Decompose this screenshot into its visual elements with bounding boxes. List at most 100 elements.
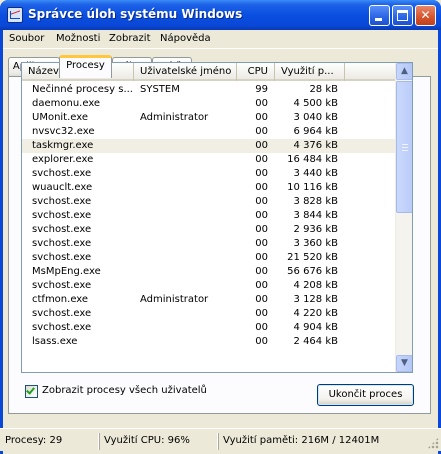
window-title: Správce úloh systému Windows — [28, 7, 243, 21]
task-manager-icon[interactable] — [7, 7, 23, 23]
process-memory-cell: 4 208 kB — [293, 280, 338, 291]
menu-moznosti[interactable]: Možnosti — [56, 33, 100, 44]
process-cpu-cell: 00 — [255, 98, 268, 109]
process-memory-cell: 4 500 kB — [293, 98, 338, 109]
table-row[interactable]: ctfmon.exe Administrator 00 3 128 kB — [22, 293, 395, 307]
table-row[interactable]: svchost.exe 00 3 828 kB — [22, 195, 395, 209]
close-icon: ✕ — [420, 8, 431, 22]
process-memory-cell: 3 440 kB — [293, 168, 338, 179]
process-cpu-cell: 00 — [255, 322, 268, 333]
menu-bar: Soubor Možnosti Zobrazit Nápověda — [3, 30, 438, 49]
process-list[interactable]: Název procesu Uživatelské jméno CPU Využ… — [21, 62, 413, 373]
process-memory-cell: 4 220 kB — [293, 308, 338, 319]
process-name-cell: Nečinné procesy s... — [32, 84, 133, 95]
task-manager-window: Správce úloh systému Windows ✕ Soubor Mo… — [0, 0, 441, 454]
process-name-cell: taskmgr.exe — [32, 140, 94, 151]
minimize-button[interactable] — [369, 5, 390, 26]
process-user-cell: SYSTEM — [140, 84, 180, 95]
scroll-up-button[interactable]: ▲ — [396, 63, 412, 80]
process-name-cell: svchost.exe — [32, 210, 92, 221]
table-row[interactable]: wuauclt.exe 00 10 116 kB — [22, 181, 395, 195]
close-button[interactable]: ✕ — [415, 5, 436, 26]
process-name-cell: UMonit.exe — [32, 112, 89, 123]
process-memory-cell: 6 964 kB — [293, 126, 338, 137]
menu-napoveda[interactable]: Nápověda — [160, 33, 211, 44]
minimize-icon — [375, 18, 382, 21]
process-name-cell: wuauclt.exe — [32, 182, 93, 193]
process-name-cell: svchost.exe — [32, 168, 92, 179]
process-cpu-cell: 00 — [255, 280, 268, 291]
process-name-cell: MsMpEng.exe — [32, 266, 101, 277]
maximize-icon — [397, 10, 408, 21]
process-cpu-cell: 00 — [255, 336, 268, 347]
process-cpu-cell: 00 — [255, 182, 268, 193]
process-user-cell: Administrator — [140, 112, 209, 123]
table-row[interactable]: svchost.exe 00 4 904 kB — [22, 321, 395, 335]
table-row[interactable]: svchost.exe 00 2 936 kB — [22, 223, 395, 237]
process-cpu-cell: 00 — [255, 126, 268, 137]
table-row[interactable]: explorer.exe 00 16 484 kB — [22, 153, 395, 167]
process-memory-cell: 3 040 kB — [293, 112, 338, 123]
table-row[interactable]: svchost.exe 00 4 208 kB — [22, 279, 395, 293]
status-bar: Procesy: 29 Využití CPU: 96% Využití pam… — [0, 428, 441, 451]
menu-soubor[interactable]: Soubor — [9, 33, 44, 44]
process-user-cell: Administrator — [140, 294, 209, 305]
table-row[interactable]: lsass.exe 00 2 464 kB — [22, 335, 395, 349]
process-cpu-cell: 00 — [255, 224, 268, 235]
process-name-cell: explorer.exe — [32, 154, 94, 165]
process-cpu-cell: 00 — [255, 238, 268, 249]
maximize-button[interactable] — [392, 5, 413, 26]
column-header-user[interactable]: Uživatelské jméno — [134, 63, 237, 81]
table-row[interactable]: svchost.exe 00 3 360 kB — [22, 237, 395, 251]
process-cpu-cell: 99 — [255, 84, 268, 95]
process-cpu-cell: 00 — [255, 266, 268, 277]
process-cpu-cell: 00 — [255, 308, 268, 319]
table-row[interactable]: svchost.exe 00 4 220 kB — [22, 307, 395, 321]
tab-procesy[interactable]: Procesy — [59, 55, 112, 78]
arrow-down-icon: ▼ — [401, 358, 408, 368]
process-memory-cell: 3 844 kB — [293, 210, 338, 221]
scroll-thumb[interactable] — [396, 81, 412, 213]
process-name-cell: lsass.exe — [32, 336, 78, 347]
show-all-users-checkbox[interactable] — [25, 385, 38, 398]
process-memory-cell: 3 828 kB — [293, 196, 338, 207]
process-rows: Nečinné procesy s... SYSTEM 99 28 kB daemonu… — [22, 83, 395, 349]
table-row[interactable]: daemonu.exe 00 4 500 kB — [22, 97, 395, 111]
menu-zobrazit[interactable]: Zobrazit — [109, 33, 151, 44]
column-header-memory[interactable]: Využití p... — [275, 63, 345, 81]
title-bar[interactable]: Správce úloh systému Windows ✕ — [0, 0, 441, 30]
process-cpu-cell: 00 — [255, 168, 268, 179]
table-row[interactable]: svchost.exe 00 3 844 kB — [22, 209, 395, 223]
process-name-cell: svchost.exe — [32, 224, 92, 235]
process-name-cell: svchost.exe — [32, 308, 92, 319]
process-memory-cell: 21 520 kB — [287, 252, 338, 263]
process-cpu-cell: 00 — [255, 252, 268, 263]
process-name-cell: svchost.exe — [32, 196, 92, 207]
table-row[interactable]: MsMpEng.exe 00 56 676 kB — [22, 265, 395, 279]
show-all-users-label[interactable]: Zobrazit procesy všech uživatelů — [42, 385, 207, 396]
column-header-cpu[interactable]: CPU — [237, 63, 275, 81]
process-cpu-cell: 00 — [255, 140, 268, 151]
table-row[interactable]: svchost.exe 00 21 520 kB — [22, 251, 395, 265]
scroll-down-button[interactable]: ▼ — [396, 355, 412, 372]
process-name-cell: daemonu.exe — [32, 98, 101, 109]
table-row[interactable]: Nečinné procesy s... SYSTEM 99 28 kB — [22, 83, 395, 97]
arrow-up-icon: ▲ — [401, 66, 408, 76]
table-row[interactable]: nvsvc32.exe 00 6 964 kB — [22, 125, 395, 139]
process-cpu-cell: 00 — [255, 112, 268, 123]
process-memory-cell: 3 360 kB — [293, 238, 338, 249]
process-memory-cell: 28 kB — [309, 84, 338, 95]
status-memory-usage: Využití paměti: 216M / 12401M — [218, 433, 418, 450]
process-name-cell: ctfmon.exe — [32, 294, 89, 305]
end-process-button[interactable]: Ukončit proces — [317, 384, 414, 406]
table-row[interactable]: taskmgr.exe 00 4 376 kB — [22, 139, 395, 153]
table-row[interactable]: svchost.exe 00 3 440 kB — [22, 167, 395, 181]
resize-grip-icon[interactable] — [427, 437, 439, 449]
process-memory-cell: 56 676 kB — [287, 266, 338, 277]
vertical-scrollbar[interactable]: ▲ ▼ — [395, 63, 412, 372]
process-name-cell: svchost.exe — [32, 280, 92, 291]
process-name-cell: svchost.exe — [32, 252, 92, 263]
grip-icon — [402, 144, 408, 151]
table-row[interactable]: UMonit.exe Administrator 00 3 040 kB — [22, 111, 395, 125]
process-name-cell: nvsvc32.exe — [32, 126, 95, 137]
